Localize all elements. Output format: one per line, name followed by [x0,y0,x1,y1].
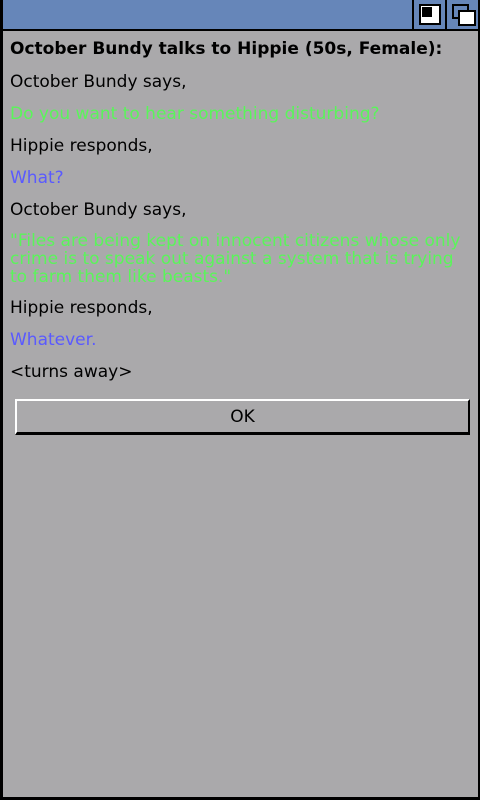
dialog-heading: October Bundy talks to Hippie (50s, Fema… [10,39,443,59]
dialog-line: <turns away> [10,362,133,382]
zoom-gadget-icon [419,4,441,25]
dialog-line: October Bundy says, [10,200,187,220]
dialog-line: "Files are being kept on innocent citize… [10,231,461,287]
depth-gadget-icon [452,4,476,26]
dialog-line: What? [10,168,64,188]
dialog-line: Hippie responds, [10,136,153,156]
ok-button[interactable]: OK [15,399,470,435]
dialog-line: Whatever. [10,330,97,350]
dialog-line: Hippie responds, [10,298,153,318]
dialog-content: October Bundy talks to Hippie (50s, Fema… [10,38,468,394]
zoom-gadget[interactable] [412,0,445,29]
depth-gadget[interactable] [445,0,478,29]
dialog-window: October Bundy talks to Hippie (50s, Fema… [0,0,480,800]
dialog-line: October Bundy says, [10,72,187,92]
dialog-line: Do you want to hear something disturbing… [10,104,380,124]
window-titlebar[interactable] [3,0,478,31]
